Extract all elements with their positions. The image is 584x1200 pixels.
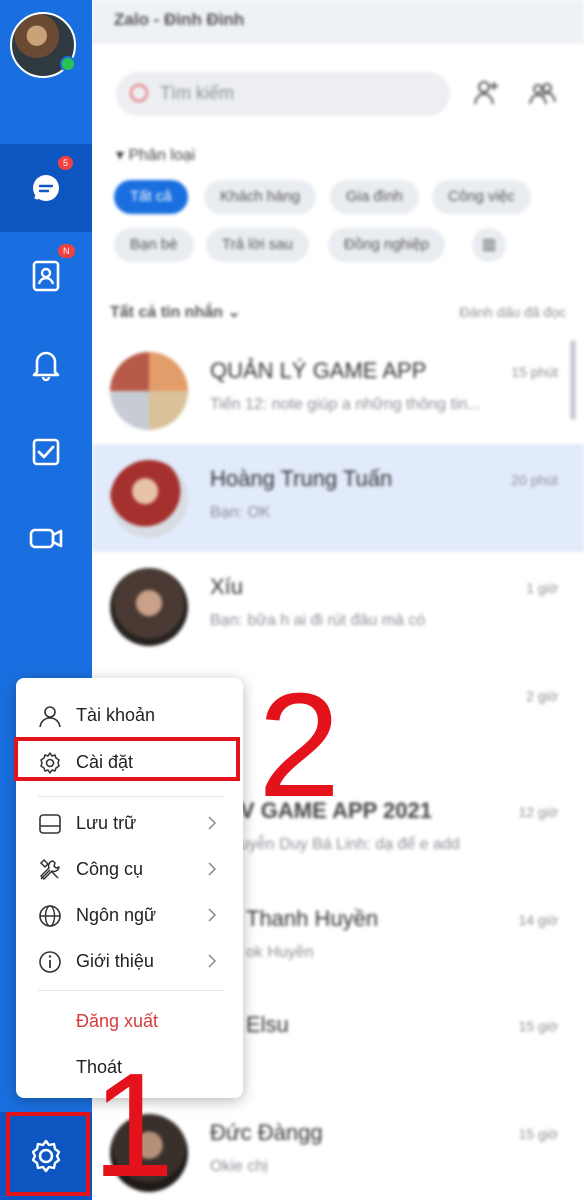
globe-icon [39,905,61,927]
chip-work[interactable]: Công việc [432,180,531,214]
chip-family[interactable]: Gia đình [330,180,419,214]
menu-item-label: Ngôn ngữ [76,905,157,925]
conversation-time: 1 giờ [526,580,558,596]
chevron-right-icon [208,908,217,922]
conversation-name: Hoàng Trung Tuấn [210,466,393,491]
avatar [110,460,188,538]
menu-item-logout[interactable]: Đăng xuất [16,998,243,1044]
menu-item-label: Tài khoản [76,705,156,725]
search-icon [130,84,148,102]
conversation-name: Đức Đàngg [210,1120,323,1145]
window-title: Zalo - Đình Đình [114,10,245,29]
conversation-time: 20 phút [511,472,558,488]
menu-item-about[interactable]: Giới thiệu [16,938,243,984]
tools-icon [39,858,60,880]
conversation-preview: uyễn Duy Bá Linh: dạ để e add [240,836,460,853]
info-icon [39,951,61,973]
contact-book-icon [32,260,60,292]
conversation-time: 15 giờ [518,1018,558,1034]
menu-divider [38,796,224,797]
sidebar-item-contacts[interactable]: N [0,232,92,320]
conversation-time: 2 giờ [526,688,558,704]
search-placeholder: Tìm kiếm [160,83,234,103]
messages-badge: 5 [58,156,74,170]
search-input[interactable]: Tìm kiếm [116,72,450,116]
video-camera-icon [29,528,63,549]
avatar [110,352,188,430]
conversation-preview: Bạn: OK [210,504,271,521]
menu-item-language[interactable]: Ngôn ngữ [16,892,243,938]
conversation-preview: Bạn: bữa h ai đi rút đâu mà có [210,612,426,629]
settings-highlight-box [14,737,240,781]
storage-drive-icon [39,814,61,834]
conversation-name: Thanh Huyền [246,906,379,931]
conversation-time: 15 phút [511,364,558,380]
conversation-time: 15 giờ [518,1126,558,1142]
conversation-preview: Tiến 12: note giúp a những thông tin... [210,396,481,413]
chip-all[interactable]: Tất cả [114,180,188,214]
filter-label: Phân loại [128,147,196,164]
menu-divider [38,990,224,991]
chip-colleagues[interactable]: Đồng nghiệp [328,228,446,262]
menu-item-label: Đăng xuất [76,1011,159,1031]
contacts-badge: N [58,244,75,258]
conversation-row[interactable]: QUẢN LÝ GAME APP Tiến 12: note giúp a nh… [92,336,584,444]
chevron-right-icon [208,862,217,876]
online-status-dot [60,56,76,72]
app-window: Zalo - Đình Đình Tìm kiếm ▾ Phân loại Tấ… [0,0,584,1200]
conversation-name: Elsu [246,1012,289,1037]
message-filter-dropdown[interactable]: Tất cả tin nhắn ⌄ [110,302,241,322]
gear-highlight-box [6,1112,90,1196]
menu-item-label: Lưu trữ [76,813,137,833]
step-number-2: 2 [258,663,341,828]
sidebar-item-messages[interactable]: 5 [0,144,92,232]
chip-friends[interactable]: Bạn bè [114,228,194,262]
create-group-icon[interactable] [528,78,556,108]
conversation-row[interactable]: Xíu Bạn: bữa h ai đi rút đâu mà có 1 giờ [92,552,584,660]
chat-bubble-icon [33,175,59,201]
chip-more[interactable]: ▥ [472,228,507,262]
step-number-1: 1 [92,1043,175,1200]
chevron-right-icon [208,816,217,830]
menu-item-storage[interactable]: Lưu trữ [16,800,243,846]
sidebar-item-notifications[interactable] [0,320,92,408]
conversation-preview: Okie chị [210,1158,268,1175]
checkbox-icon [32,438,60,466]
conversation-row[interactable]: Hoàng Trung Tuấn Bạn: OK 20 phút [92,444,584,552]
sidebar-item-todo[interactable] [0,408,92,496]
chevron-right-icon [208,954,217,968]
conversation-time: 12 giờ [518,804,558,820]
avatar [110,568,188,646]
bell-icon [32,351,60,382]
menu-item-label: Công cụ [76,859,144,879]
conversation-preview: ok Huyền [246,944,314,961]
user-avatar[interactable] [10,12,76,78]
chip-customers[interactable]: Khách hàng [204,180,317,214]
conversation-time: 14 giờ [518,912,558,928]
menu-item-label: Giới thiệu [76,951,154,971]
mark-read-button[interactable]: Đánh dấu đã đọc [459,304,566,320]
title-bar: Zalo - Đình Đình [92,0,584,43]
conversation-name: Xíu [210,574,244,599]
add-friend-icon[interactable] [472,78,500,108]
user-icon [39,706,61,728]
conversation-name: QUẢN LÝ GAME APP [210,358,427,383]
filter-section-label[interactable]: ▾ Phân loại [116,145,195,165]
sidebar-item-video[interactable] [0,494,92,582]
chip-reply-later[interactable]: Trả lời sau [206,228,309,262]
menu-item-account[interactable]: Tài khoản [16,692,243,738]
list-header-label: Tất cả tin nhắn [110,304,223,321]
menu-item-tools[interactable]: Công cụ [16,846,243,892]
